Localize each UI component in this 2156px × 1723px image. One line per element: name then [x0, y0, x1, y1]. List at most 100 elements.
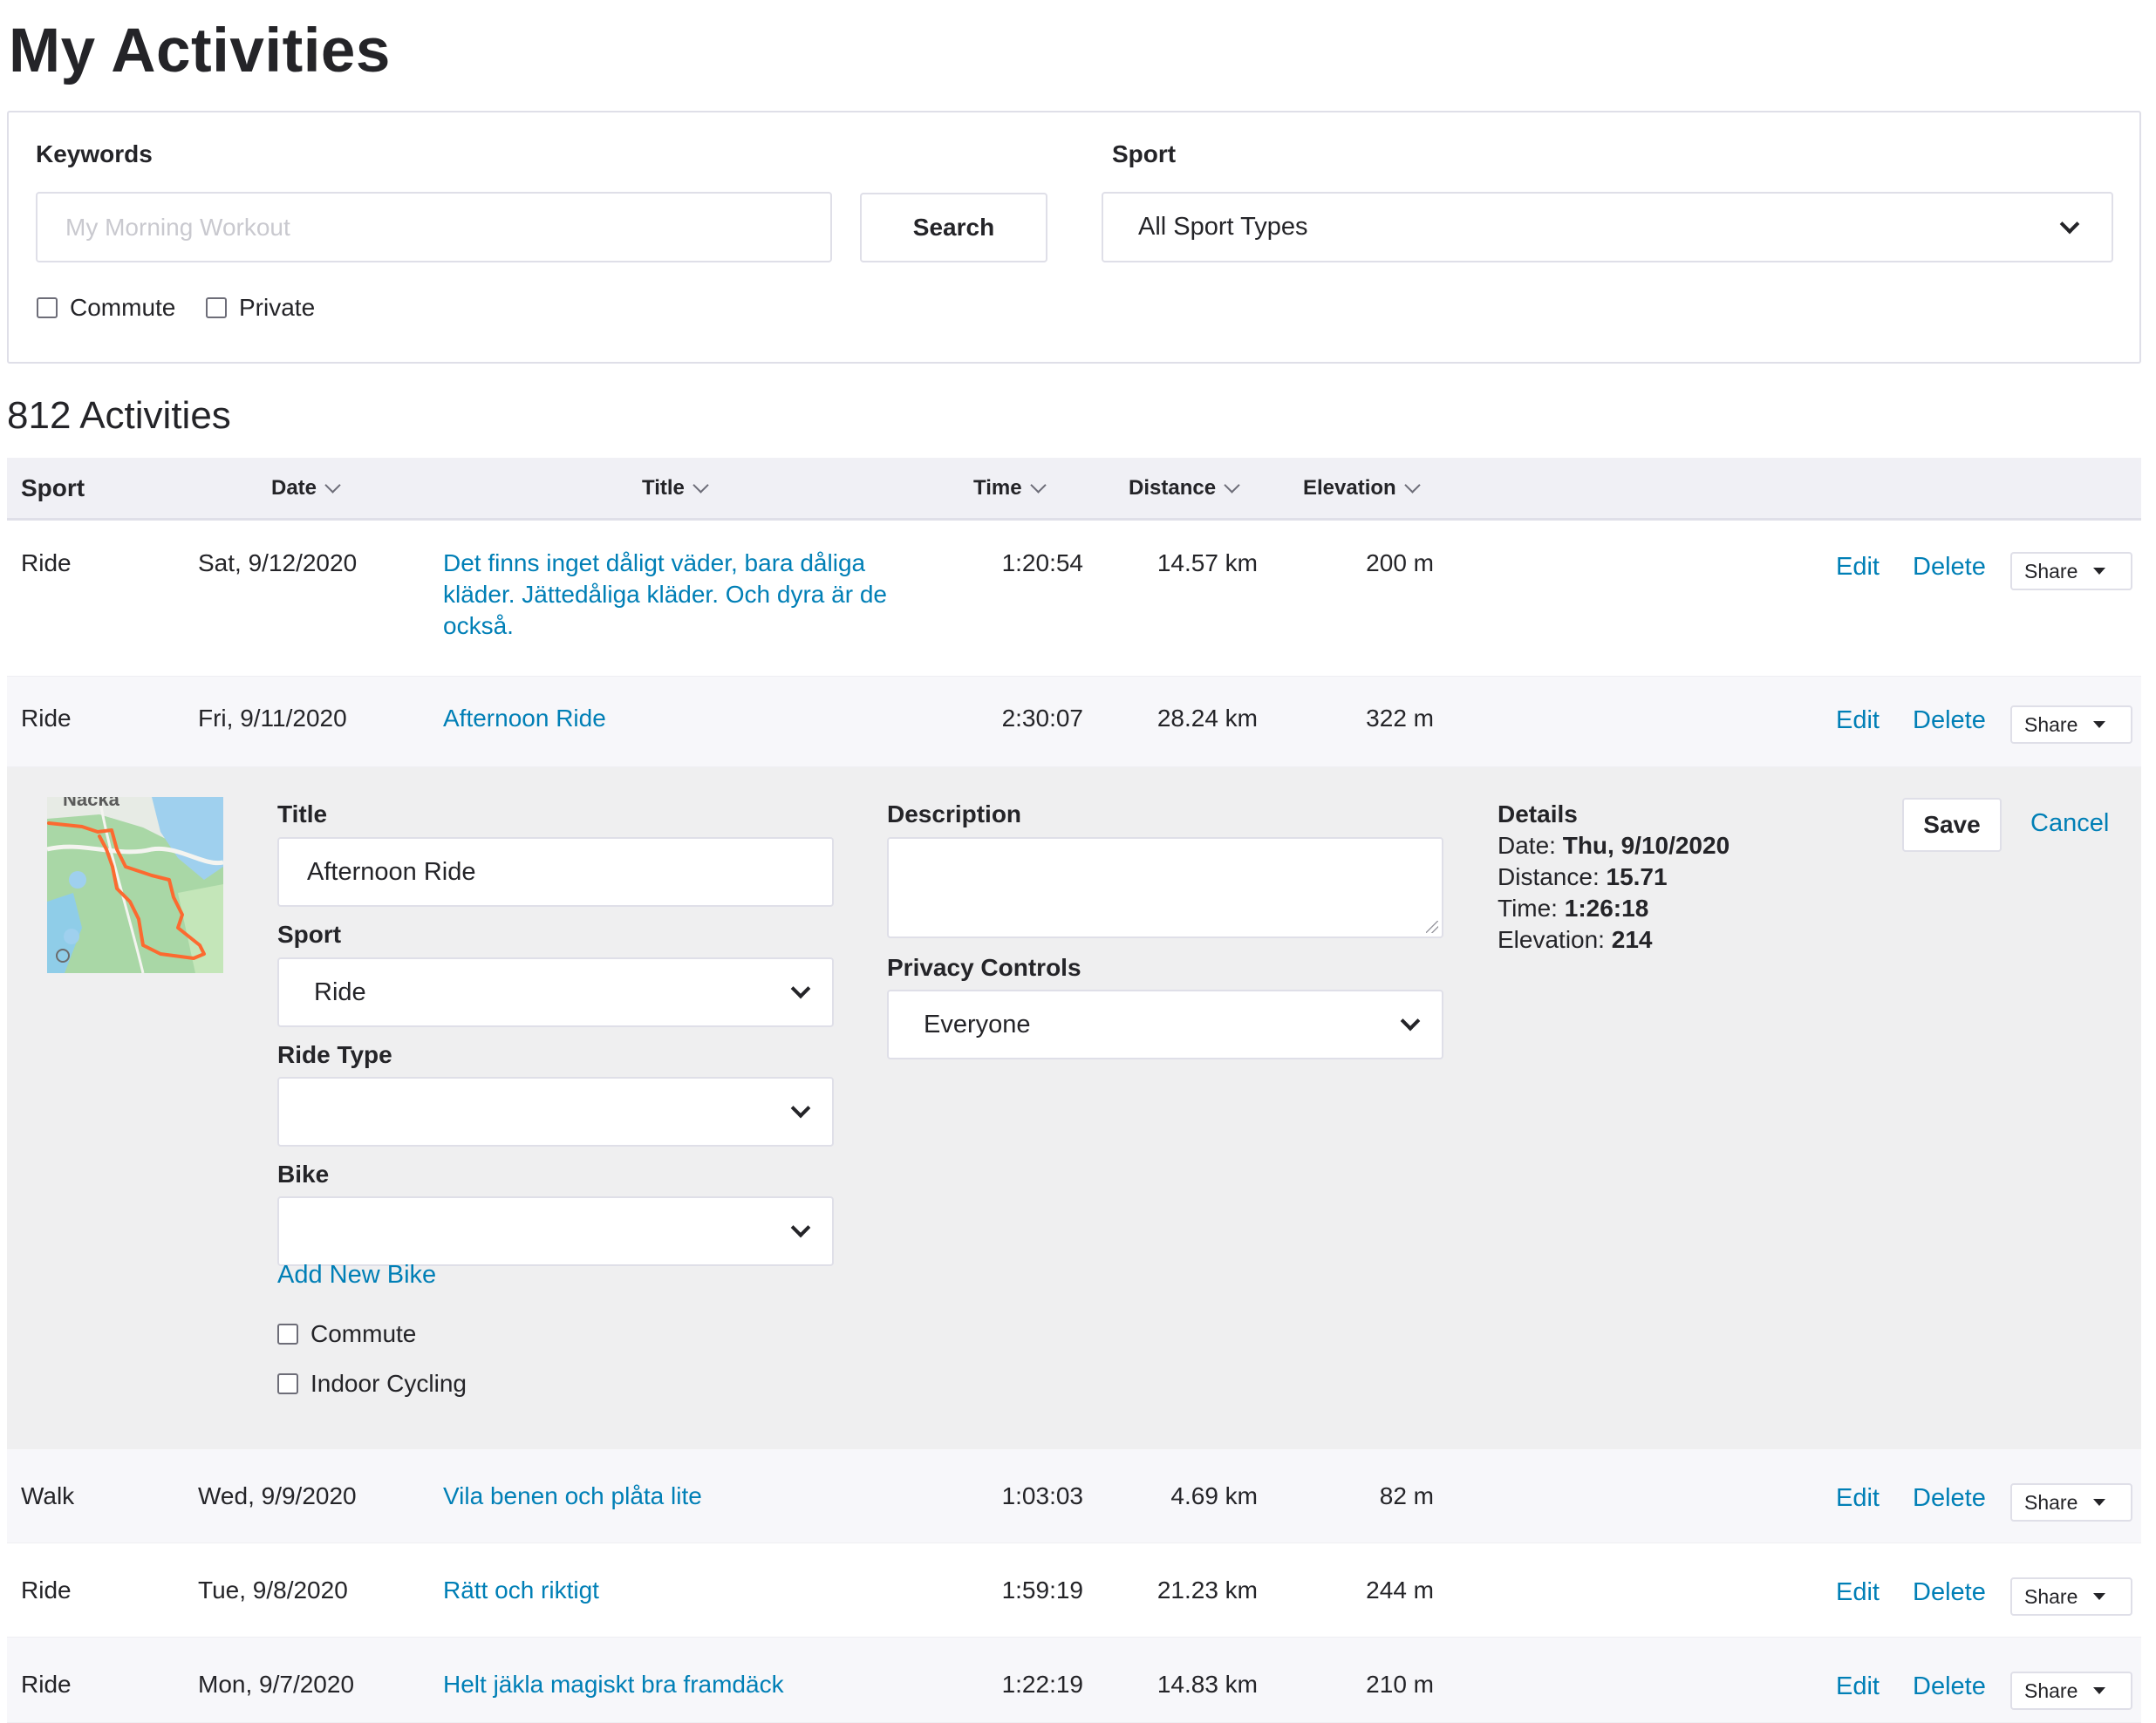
- edit-link[interactable]: Edit: [1836, 1578, 1880, 1607]
- header-elevation[interactable]: Elevation: [1303, 458, 1421, 518]
- row-distance: 4.69 km: [1170, 1482, 1258, 1509]
- row-elevation: 244 m: [1366, 1577, 1434, 1604]
- row-title-line: Afternoon Ride: [443, 705, 606, 732]
- share-button[interactable]: Share: [2010, 552, 2132, 590]
- sort-chevron-icon: [693, 477, 709, 494]
- sort-chevron-icon: [1224, 477, 1240, 494]
- header-time-label: Time: [973, 475, 1022, 500]
- sport-filter-label: Sport: [1112, 140, 1177, 167]
- header-elevation-label: Elevation: [1303, 475, 1396, 500]
- ride-type-select[interactable]: [277, 1077, 834, 1147]
- detail-time: Time: 1:26:18: [1498, 895, 1648, 923]
- row-title-line: Vila benen och plåta lite: [443, 1482, 702, 1509]
- indoor-cycling-checkbox[interactable]: [277, 1373, 298, 1394]
- edit-link[interactable]: Edit: [1836, 706, 1880, 735]
- bike-label: Bike: [277, 1161, 330, 1188]
- row-title-link[interactable]: Det finns inget dåligt väder, bara dålig…: [443, 548, 887, 642]
- detail-time-label: Time:: [1498, 895, 1558, 922]
- private-filter[interactable]: Private: [206, 294, 315, 322]
- share-button[interactable]: Share: [2010, 1577, 2132, 1616]
- edit-link[interactable]: Edit: [1836, 1484, 1880, 1513]
- row-elevation: 210 m: [1366, 1671, 1434, 1698]
- share-button[interactable]: Share: [2010, 1672, 2132, 1710]
- header-title[interactable]: Title: [642, 458, 709, 518]
- caret-down-icon: [2093, 1687, 2106, 1694]
- header-title-label: Title: [642, 475, 685, 500]
- sort-chevron-icon: [1404, 477, 1421, 494]
- detail-elevation: Elevation: 214: [1498, 926, 1652, 954]
- edit-commute-label: Commute: [310, 1320, 417, 1347]
- table-row: Ride Tue, 9/8/2020 Rätt och riktigt 1:59…: [7, 1543, 2141, 1638]
- delete-link[interactable]: Delete: [1913, 1672, 1986, 1701]
- edit-sport-label: Sport: [277, 921, 342, 948]
- indoor-cycling[interactable]: Indoor Cycling: [277, 1370, 467, 1398]
- detail-distance-value: 15.71: [1606, 863, 1668, 890]
- detail-date-label: Date:: [1498, 832, 1556, 859]
- indoor-cycling-label: Indoor Cycling: [310, 1370, 467, 1397]
- row-sport: Ride: [21, 1671, 72, 1698]
- row-title-link[interactable]: Afternoon Ride: [443, 703, 606, 734]
- resize-handle-icon[interactable]: [1426, 921, 1438, 933]
- row-distance: 28.24 km: [1156, 705, 1258, 732]
- edit-sport-select[interactable]: Ride: [277, 957, 834, 1027]
- privacy-select[interactable]: Everyone: [887, 990, 1443, 1059]
- caret-down-icon: [2093, 721, 2106, 728]
- table-header: Sport Date Title Time Distance Elevation: [7, 458, 2141, 521]
- commute-filter[interactable]: Commute: [37, 294, 175, 322]
- privacy-value: Everyone: [924, 1010, 1031, 1039]
- row-title-line: kläder. Jättedåliga kläder. Och dyra är …: [443, 581, 887, 608]
- header-time[interactable]: Time: [973, 458, 1047, 518]
- chevron-down-icon: [1400, 1011, 1421, 1032]
- details-heading: Details: [1498, 800, 1578, 827]
- detail-date-value: Thu, 9/10/2020: [1562, 832, 1730, 859]
- delete-link[interactable]: Delete: [1913, 553, 1986, 582]
- row-distance: 21.23 km: [1156, 1577, 1258, 1604]
- header-distance[interactable]: Distance: [1129, 458, 1240, 518]
- private-filter-label: Private: [239, 294, 316, 321]
- commute-filter-checkbox[interactable]: [37, 297, 58, 318]
- keywords-input[interactable]: [36, 192, 832, 262]
- row-date: Tue, 9/8/2020: [198, 1577, 348, 1604]
- caret-down-icon: [2093, 1593, 2106, 1600]
- row-date: Mon, 9/7/2020: [198, 1671, 355, 1698]
- chevron-down-icon: [790, 978, 811, 999]
- edit-title-input[interactable]: Afternoon Ride: [277, 837, 834, 907]
- row-title-link[interactable]: Vila benen och plåta lite: [443, 1481, 702, 1512]
- caret-down-icon: [2093, 568, 2106, 575]
- caret-down-icon: [2093, 1499, 2106, 1506]
- private-filter-checkbox[interactable]: [206, 297, 227, 318]
- share-label: Share: [2024, 1679, 2078, 1702]
- delete-link[interactable]: Delete: [1913, 706, 1986, 735]
- bike-select[interactable]: [277, 1196, 834, 1266]
- ride-type-label: Ride Type: [277, 1041, 392, 1068]
- edit-link[interactable]: Edit: [1836, 1672, 1880, 1701]
- edit-commute[interactable]: Commute: [277, 1320, 416, 1348]
- sport-filter-select[interactable]: All Sport Types: [1102, 192, 2113, 262]
- delete-link[interactable]: Delete: [1913, 1484, 1986, 1513]
- header-sport: Sport: [21, 473, 85, 501]
- share-button[interactable]: Share: [2010, 1483, 2132, 1522]
- detail-time-value: 1:26:18: [1564, 895, 1649, 922]
- row-title-line: Det finns inget dåligt väder, bara dålig…: [443, 549, 866, 576]
- row-title-link[interactable]: Helt jäkla magiskt bra framdäck: [443, 1669, 784, 1700]
- share-button[interactable]: Share: [2010, 705, 2132, 744]
- table-row: Ride Sat, 9/12/2020 Det finns inget dåli…: [7, 523, 2141, 677]
- row-time: 2:30:07: [1001, 705, 1083, 732]
- detail-distance-label: Distance:: [1498, 863, 1600, 890]
- cancel-link[interactable]: Cancel: [2030, 809, 2109, 838]
- row-title-link[interactable]: Rätt och riktigt: [443, 1575, 599, 1606]
- route-map-thumbnail[interactable]: Nacka: [47, 797, 223, 973]
- page-title: My Activities: [9, 17, 391, 85]
- add-new-bike-link[interactable]: Add New Bike: [277, 1261, 436, 1290]
- edit-title-label: Title: [277, 800, 328, 827]
- keywords-label: Keywords: [36, 140, 153, 167]
- edit-commute-checkbox[interactable]: [277, 1324, 298, 1345]
- header-date[interactable]: Date: [271, 458, 341, 518]
- edit-link[interactable]: Edit: [1836, 553, 1880, 582]
- chevron-down-icon: [790, 1217, 811, 1238]
- row-sport: Ride: [21, 549, 72, 576]
- description-textarea[interactable]: [887, 837, 1443, 938]
- search-button[interactable]: Search: [860, 193, 1047, 262]
- save-button[interactable]: Save: [1902, 798, 2002, 852]
- delete-link[interactable]: Delete: [1913, 1578, 1986, 1607]
